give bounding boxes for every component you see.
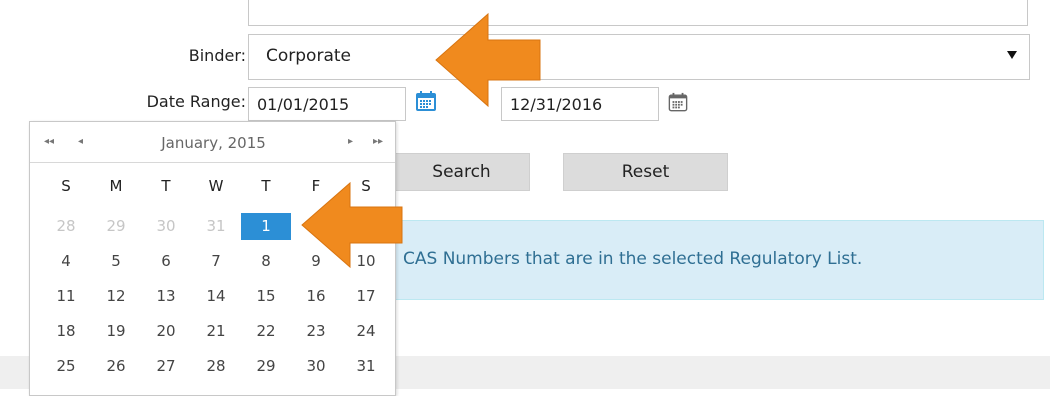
- next-month-button[interactable]: ▸: [348, 136, 353, 147]
- binder-label: Binder:: [188, 46, 246, 65]
- reset-button[interactable]: Reset: [563, 153, 728, 191]
- next-year-button[interactable]: ▸▸: [373, 136, 383, 147]
- calendar-day[interactable]: 22: [241, 318, 291, 345]
- calendar-day[interactable]: 5: [91, 248, 141, 275]
- calendar-day[interactable]: 14: [191, 283, 241, 310]
- calendar-day[interactable]: 26: [91, 353, 141, 380]
- calendar-day[interactable]: 4: [41, 248, 91, 275]
- calendar-week-row: 18 19 20 21 22 23 24: [30, 318, 397, 345]
- calendar-day[interactable]: 7: [191, 248, 241, 275]
- calendar-day[interactable]: 12: [91, 283, 141, 310]
- calendar-day[interactable]: 31: [191, 213, 241, 240]
- calendar-day[interactable]: 28: [41, 213, 91, 240]
- calendar-day[interactable]: 18: [41, 318, 91, 345]
- calendar-day[interactable]: 11: [41, 283, 91, 310]
- info-banner: CAS Numbers that are in the selected Reg…: [394, 220, 1044, 300]
- calendar-divider: [30, 162, 395, 163]
- calendar-day[interactable]: 16: [291, 283, 341, 310]
- calendar-day-selected[interactable]: 1: [241, 213, 291, 240]
- calendar-day[interactable]: 23: [291, 318, 341, 345]
- calendar-month-title[interactable]: January, 2015: [30, 134, 397, 152]
- calendar-day[interactable]: 19: [91, 318, 141, 345]
- weekday-label: M: [109, 177, 123, 195]
- calendar-icon[interactable]: [668, 92, 688, 112]
- binder-select[interactable]: Corporate: [248, 34, 1030, 80]
- weekday-label: T: [261, 177, 271, 195]
- calendar-day[interactable]: 29: [91, 213, 141, 240]
- calendar-week-row: 11 12 13 14 15 16 17: [30, 283, 397, 310]
- calendar-day[interactable]: 8: [241, 248, 291, 275]
- binder-selected-value: Corporate: [266, 46, 351, 66]
- calendar-day[interactable]: 21: [191, 318, 241, 345]
- weekday-label: S: [61, 177, 71, 195]
- calendar-day[interactable]: 24: [341, 318, 391, 345]
- weekday-label: W: [208, 177, 224, 195]
- annotation-arrow-icon: [301, 181, 403, 269]
- calendar-week-row: 25 26 27 28 29 30 31: [30, 353, 397, 380]
- calendar-day[interactable]: 6: [141, 248, 191, 275]
- weekday-label: T: [161, 177, 171, 195]
- calendar-day[interactable]: 20: [141, 318, 191, 345]
- calendar-day[interactable]: 17: [341, 283, 391, 310]
- calendar-day[interactable]: 30: [291, 353, 341, 380]
- calendar-day[interactable]: 30: [141, 213, 191, 240]
- search-button[interactable]: Search: [393, 153, 530, 191]
- calendar-day[interactable]: 27: [141, 353, 191, 380]
- calendar-day[interactable]: 29: [241, 353, 291, 380]
- dropdown-arrow-icon[interactable]: [1007, 51, 1017, 59]
- calendar-day[interactable]: 25: [41, 353, 91, 380]
- info-message: CAS Numbers that are in the selected Reg…: [403, 249, 863, 269]
- annotation-arrow-icon: [435, 12, 541, 108]
- calendar-day[interactable]: 28: [191, 353, 241, 380]
- calendar-day[interactable]: 15: [241, 283, 291, 310]
- calendar-day[interactable]: 31: [341, 353, 391, 380]
- calendar-day[interactable]: 13: [141, 283, 191, 310]
- date-from-input[interactable]: 01/01/2015: [248, 87, 406, 121]
- date-range-label: Date Range:: [146, 92, 246, 111]
- top-partial-input[interactable]: [248, 0, 1028, 26]
